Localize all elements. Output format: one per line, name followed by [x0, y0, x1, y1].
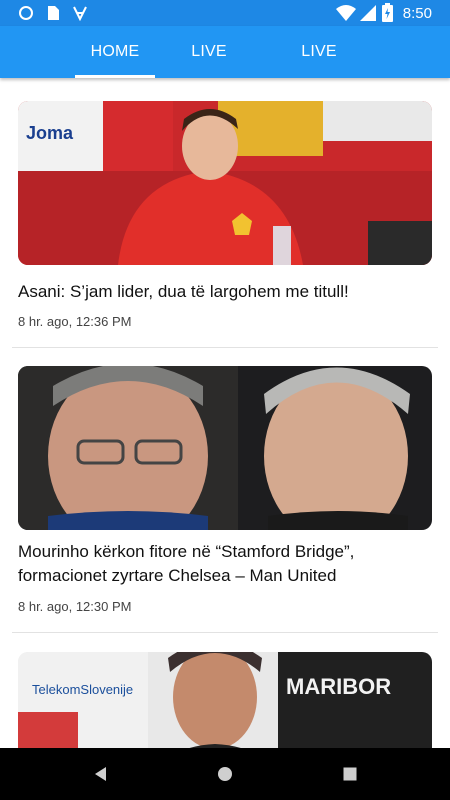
status-bar: 8:50 — [0, 0, 450, 26]
tab-home-label: HOME — [90, 43, 140, 60]
article-thumbnail[interactable]: TelekomSlovenije MARIBOR — [18, 652, 432, 748]
sim-card-icon — [48, 6, 59, 20]
tab-home[interactable]: HOME — [75, 26, 155, 78]
circle-notification-icon — [19, 6, 33, 20]
tab-live-sport[interactable]: LIVE SPORT — [272, 26, 366, 112]
club-text: MARIBOR — [286, 674, 391, 699]
tab-live-score[interactable]: LIVE SCORE — [164, 26, 254, 112]
article-card[interactable]: Joma Asani: S’jam lider, dua të largohem… — [0, 78, 450, 348]
app-notification-icon — [73, 6, 87, 21]
back-icon[interactable] — [86, 760, 114, 788]
system-nav-bar — [0, 748, 450, 800]
article-timestamp: 8 hr. ago, 12:36 PM — [18, 314, 132, 329]
article-title[interactable]: Mourinho kërkon fitore në “Stamford Brid… — [18, 540, 428, 588]
recents-icon[interactable] — [336, 760, 364, 788]
article-thumbnail[interactable]: Joma — [18, 101, 432, 265]
sponsor-text: TelekomSlovenije — [32, 682, 133, 697]
signal-icon — [360, 5, 376, 21]
battery-charging-icon — [382, 3, 393, 22]
article-title[interactable]: Asani: S’jam lider, dua të largohem me t… — [18, 280, 428, 304]
status-time: 8:50 — [402, 5, 432, 22]
svg-text:Joma: Joma — [26, 123, 74, 143]
news-feed[interactable]: Joma Asani: S’jam lider, dua të largohem… — [0, 78, 450, 748]
article-thumbnail[interactable] — [18, 366, 432, 530]
wifi-icon — [336, 5, 356, 21]
article-card[interactable]: Mourinho kërkon fitore në “Stamford Brid… — [0, 348, 450, 633]
home-icon[interactable] — [211, 760, 239, 788]
article-timestamp: 8 hr. ago, 12:30 PM — [18, 599, 132, 614]
tab-bar: HOME LIVE SCORE LIVE SPORT — [0, 26, 450, 112]
article-card[interactable]: TelekomSlovenije MARIBOR — [0, 633, 450, 748]
